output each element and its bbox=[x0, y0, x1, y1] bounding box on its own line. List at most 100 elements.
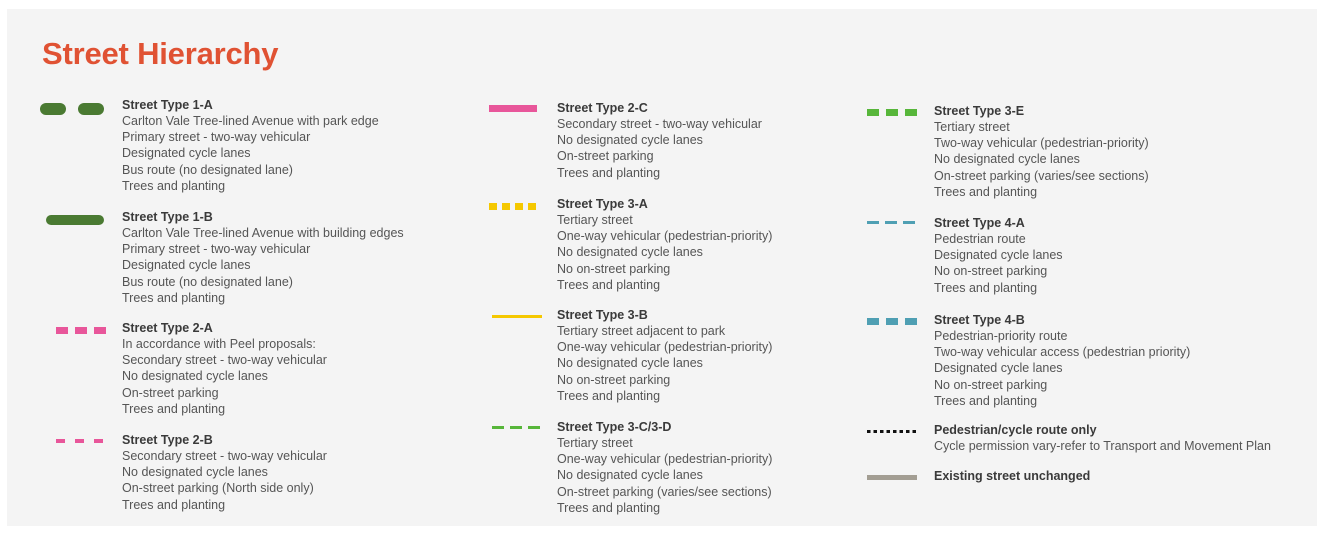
legend-entry-description: Carlton Vale Tree-lined Avenue with park… bbox=[122, 114, 379, 128]
legend-swatch-segment bbox=[906, 430, 910, 433]
legend-entry-description: On-street parking (varies/see sections) bbox=[557, 484, 772, 499]
legend-entry-description: Secondary street - two-way vehicular bbox=[122, 449, 327, 463]
legend-entry-description: On-street parking bbox=[557, 149, 654, 164]
legend-entry-description: Designated cycle lanes bbox=[122, 146, 251, 161]
legend-entry-description: Trees and planting bbox=[557, 277, 661, 292]
legend-swatch-segment bbox=[867, 430, 871, 433]
legend-entry-description: No designated cycle lanes bbox=[934, 152, 1080, 167]
legend-entry-description: Bus route (no designated lane) bbox=[122, 274, 293, 289]
legend-entry-name: Street Type 3-B bbox=[557, 308, 648, 322]
legend-entry-name: Street Type 2-B bbox=[122, 433, 213, 447]
legend-swatch-segment bbox=[886, 318, 898, 325]
legend-swatch-3e bbox=[867, 109, 917, 116]
legend-swatch-segment bbox=[905, 109, 917, 116]
legend-entry-description: One-way vehicular (pedestrian-priority) bbox=[557, 452, 773, 467]
legend-entry-description: Secondary street - two-way vehicular bbox=[122, 353, 327, 368]
legend-swatch-segment bbox=[78, 103, 104, 115]
legend-entry-description: Trees and planting bbox=[122, 290, 226, 305]
legend-entry-name: Street Type 2-A bbox=[122, 321, 213, 335]
legend-entry-description: Trees and planting bbox=[122, 401, 226, 416]
legend-swatch-2c bbox=[489, 105, 537, 112]
legend-entry-3e: Street Type 3-E Tertiary street Two-way ve… bbox=[934, 103, 1149, 200]
legend-swatch-1a bbox=[40, 103, 106, 115]
legend-entry-description: Trees and planting bbox=[934, 184, 1038, 199]
legend-entry-description: On-street parking (varies/see sections) bbox=[934, 168, 1149, 183]
legend-entry-2c: Street Type 2-C Secondary street - two-wa… bbox=[557, 100, 762, 181]
legend-swatch-segment bbox=[899, 430, 903, 433]
legend-entry-name: Street Type 1-B bbox=[122, 210, 213, 224]
legend-swatch-segment bbox=[903, 221, 915, 224]
legend-swatch-segment bbox=[46, 215, 104, 225]
legend-swatch-1b bbox=[46, 215, 104, 225]
legend-swatch-segment bbox=[873, 430, 877, 433]
legend-swatch-segment bbox=[492, 315, 542, 318]
legend-swatch-2a bbox=[56, 327, 106, 334]
legend-entry-description: Primary street - two-way vehicular bbox=[122, 242, 311, 257]
legend-swatch-segment bbox=[528, 426, 540, 429]
legend-entry-description: No on-street parking bbox=[934, 377, 1048, 392]
legend-entry-description: Trees and planting bbox=[122, 497, 226, 512]
legend-swatch-4b bbox=[867, 318, 917, 325]
legend-entry-description: In accordance with Peel proposals: bbox=[122, 337, 316, 351]
legend-entry-description: Trees and planting bbox=[934, 280, 1038, 295]
legend-swatch-segment bbox=[867, 109, 879, 116]
legend-entry-2b: Street Type 2-B Secondary street - two-wa… bbox=[122, 432, 327, 513]
legend-entry-description: Primary street - two-way vehicular bbox=[122, 130, 311, 145]
legend-swatch-segment bbox=[502, 203, 510, 210]
legend-swatch-ex bbox=[867, 475, 917, 480]
legend-swatch-segment bbox=[94, 439, 103, 443]
legend-entry-name: Street Type 4-B bbox=[934, 313, 1025, 327]
legend-swatch-segment bbox=[886, 430, 890, 433]
legend-entry-name: Street Type 3-A bbox=[557, 197, 648, 211]
legend-entry-description: No on-street parking bbox=[557, 261, 671, 276]
legend-entry-name: Street Type 4-A bbox=[934, 216, 1025, 230]
legend-entry-description: Carlton Vale Tree-lined Avenue with buil… bbox=[122, 226, 404, 240]
legend-swatch-segment bbox=[880, 430, 884, 433]
legend-swatch-segment bbox=[489, 105, 537, 112]
legend-entry-3b: Street Type 3-B Tertiary street adjacent … bbox=[557, 307, 772, 404]
legend-entry-description: On-street parking bbox=[122, 385, 219, 400]
legend-entry-name: Street Type 3-C/3-D bbox=[557, 420, 672, 434]
legend-entry-name: Existing street unchanged bbox=[934, 469, 1091, 483]
legend-entry-description: Designated cycle lanes bbox=[934, 248, 1063, 263]
legend-entry-description: Trees and planting bbox=[557, 165, 661, 180]
legend-swatch-segment bbox=[867, 318, 879, 325]
legend-entry-description: Trees and planting bbox=[557, 500, 661, 515]
legend-swatch-segment bbox=[56, 439, 65, 443]
legend-entry-description: No designated cycle lanes bbox=[557, 468, 703, 483]
legend-entry-description: Trees and planting bbox=[122, 178, 226, 193]
legend-entry-description: Trees and planting bbox=[557, 388, 661, 403]
legend-entry-description: On-street parking (North side only) bbox=[122, 481, 314, 496]
legend-swatch-2b bbox=[56, 439, 106, 443]
legend-swatch-3b bbox=[492, 315, 542, 318]
legend-entry-description: Tertiary street bbox=[934, 120, 1010, 134]
legend-swatch-segment bbox=[867, 475, 917, 480]
legend-entry-1b: Street Type 1-B Carlton Vale Tree-lined A… bbox=[122, 209, 404, 306]
legend-entry-description: No designated cycle lanes bbox=[122, 369, 268, 384]
legend-swatch-segment bbox=[94, 327, 106, 334]
legend-entry-description: Tertiary street bbox=[557, 436, 633, 450]
legend-entry-description: No designated cycle lanes bbox=[557, 133, 703, 148]
legend-entry-3a: Street Type 3-A Tertiary street One-way ve… bbox=[557, 196, 772, 293]
legend-swatch-segment bbox=[528, 203, 536, 210]
legend-entry-4a: Street Type 4-A Pedestrian route Designate… bbox=[934, 215, 1063, 296]
legend-swatch-segment bbox=[905, 318, 917, 325]
legend-entry-2a: Street Type 2-A In accordance with Peel p… bbox=[122, 320, 327, 417]
legend-swatch-4a bbox=[867, 221, 917, 224]
legend-swatch-segment bbox=[489, 203, 497, 210]
legend-swatch-segment bbox=[515, 203, 523, 210]
legend-entry-description: Secondary street - two-way vehicular bbox=[557, 117, 762, 131]
legend-swatch-3cd bbox=[492, 426, 542, 429]
legend-swatch-segment bbox=[893, 430, 897, 433]
legend-entry-3cd: Street Type 3-C/3-D Tertiary street One-wa… bbox=[557, 419, 772, 516]
legend-entry-description: Two-way vehicular (pedestrian-priority) bbox=[934, 136, 1149, 151]
legend-swatch-ped bbox=[867, 430, 917, 433]
page-title: Street Hierarchy bbox=[42, 36, 279, 71]
legend-entry-name: Street Type 1-A bbox=[122, 98, 213, 112]
legend-entry-description: No designated cycle lanes bbox=[557, 356, 703, 371]
legend-entry-description: Pedestrian route bbox=[934, 232, 1026, 246]
legend-entry-description: No on-street parking bbox=[934, 264, 1048, 279]
legend-entry-name: Street Type 3-E bbox=[934, 104, 1025, 118]
legend-swatch-segment bbox=[885, 221, 897, 224]
legend-swatch-3a bbox=[489, 203, 541, 210]
